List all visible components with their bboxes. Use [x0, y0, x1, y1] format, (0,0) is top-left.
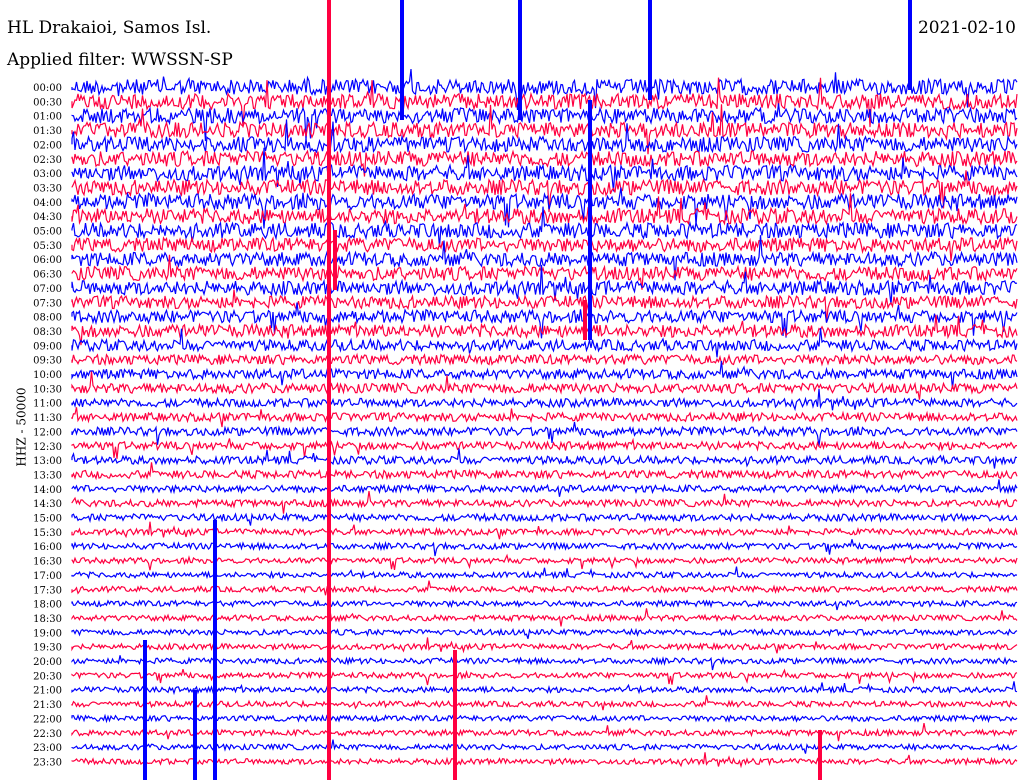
trace-line	[71, 407, 1018, 428]
event-spike	[648, 0, 652, 100]
tick-label: 09:00	[33, 341, 62, 352]
tick-label: 20:30	[33, 671, 62, 682]
tick-label: 16:00	[33, 542, 62, 553]
tick-label: 02:30	[33, 155, 62, 166]
trace-line	[71, 437, 1018, 459]
tick-label: 09:30	[33, 356, 62, 367]
tick-label: 14:00	[33, 485, 62, 496]
tick-label: 05:00	[33, 227, 62, 238]
helicorder-page: 00:00 00:30 01:00 01:30 02:00 02:30 03:00 03:30…	[0, 0, 1024, 780]
trace-line	[71, 491, 1018, 514]
station-title: HL Drakaioi, Samos Isl.	[7, 18, 212, 38]
tick-label: 07:30	[33, 298, 62, 309]
tick-label: 20:00	[33, 657, 62, 668]
event-spike	[518, 0, 522, 120]
tick-label: 08:30	[33, 327, 62, 338]
tick-label: 17:00	[33, 571, 62, 582]
trace-line	[71, 352, 1018, 367]
event-spike	[583, 300, 587, 340]
tick-label: 08:00	[33, 313, 62, 324]
tick-label: 01:00	[33, 112, 62, 123]
event-spike	[818, 730, 822, 780]
trace-line	[71, 479, 1018, 497]
tick-label: 21:30	[33, 700, 62, 711]
tick-label: 04:00	[33, 198, 62, 209]
tick-label: 23:30	[33, 757, 62, 768]
tick-label: 10:00	[33, 370, 62, 381]
filter-label: Applied filter: WWSSN-SP	[7, 50, 233, 70]
y-axis-label: HHZ - 50000	[14, 387, 29, 467]
tick-label: 11:30	[33, 413, 62, 424]
tick-label: 05:30	[33, 241, 62, 252]
tick-label: 11:00	[33, 399, 62, 410]
event-spike	[333, 230, 337, 290]
tick-label: 18:00	[33, 600, 62, 611]
event-spike	[400, 0, 404, 120]
tick-label: 16:30	[33, 557, 62, 568]
event-spike	[327, 0, 331, 780]
tick-label: 01:30	[33, 126, 62, 137]
tick-label: 19:30	[33, 643, 62, 654]
tick-label: 22:00	[33, 714, 62, 725]
tick-label: 12:30	[33, 442, 62, 453]
tick-label: 03:30	[33, 183, 62, 194]
tick-label: 18:30	[33, 614, 62, 625]
tick-label: 02:00	[33, 140, 62, 151]
trace-line	[71, 448, 1018, 469]
tick-label: 00:30	[33, 97, 62, 108]
tick-label: 07:00	[33, 284, 62, 295]
event-spike	[453, 650, 457, 780]
seismogram-plot: 00:00 00:30 01:00 01:30 02:00 02:30 03:00 03:30…	[33, 0, 1018, 780]
date-label: 2021-02-10	[917, 18, 1016, 38]
tick-label: 14:30	[33, 499, 62, 510]
tick-label: 06:30	[33, 270, 62, 281]
tick-label: 10:30	[33, 384, 62, 395]
event-spike	[908, 0, 912, 90]
tick-label: 19:00	[33, 628, 62, 639]
tick-label: 06:00	[33, 255, 62, 266]
tick-label: 15:30	[33, 528, 62, 539]
tick-label: 17:30	[33, 585, 62, 596]
tick-label: 22:30	[33, 729, 62, 740]
event-spike	[143, 640, 147, 780]
tick-label: 00:00	[33, 83, 62, 94]
event-spike	[193, 690, 197, 780]
tick-label: 21:00	[33, 686, 62, 697]
tick-label: 04:30	[33, 212, 62, 223]
event-spike	[588, 100, 592, 340]
tick-label: 12:00	[33, 427, 62, 438]
tick-label: 13:00	[33, 456, 62, 467]
tick-label: 23:00	[33, 743, 62, 754]
trace-line	[71, 462, 1018, 481]
tick-label: 13:30	[33, 470, 62, 481]
event-spike	[213, 520, 217, 780]
tick-label: 15:00	[33, 514, 62, 525]
tick-label: 03:00	[33, 169, 62, 180]
